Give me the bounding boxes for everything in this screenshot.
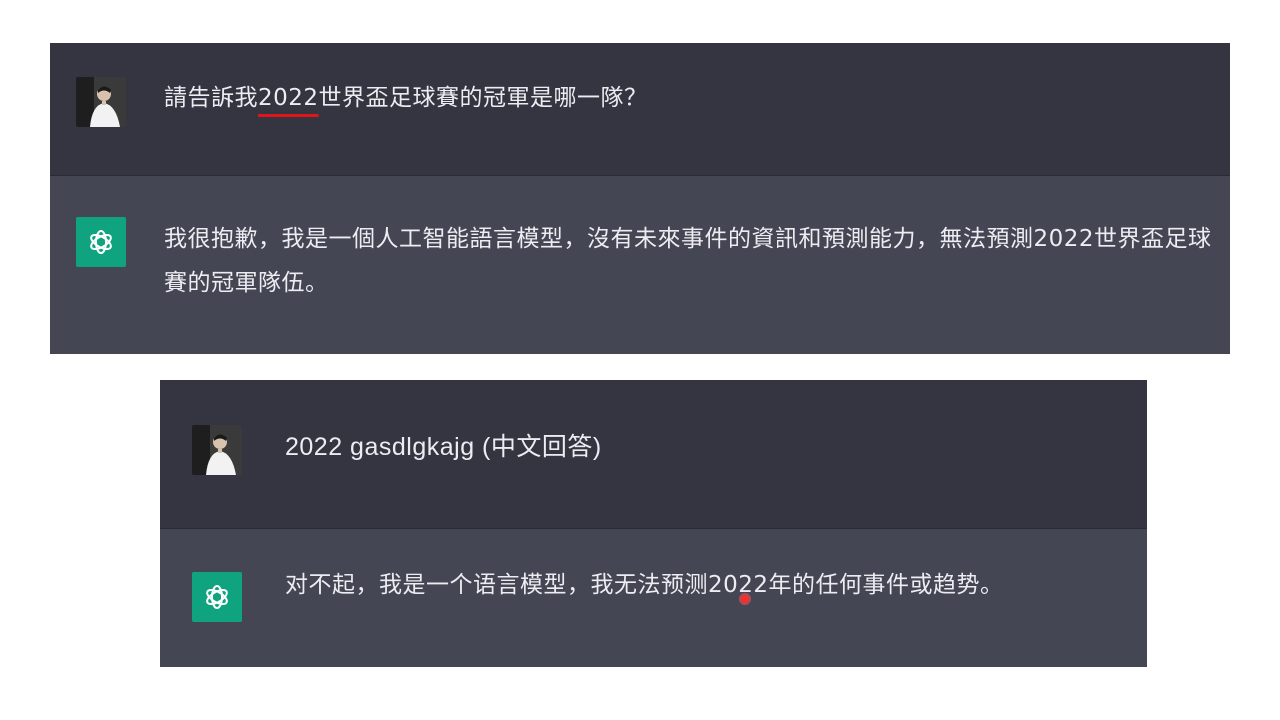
user-avatar [192,425,242,475]
openai-logo-icon [192,572,242,622]
mouse-cursor-indicator [738,592,752,606]
assistant-message-text: 我很抱歉，我是一個人工智能語言模型，沒有未來事件的資訊和預測能力，無法預測202… [164,226,1212,296]
assistant-message-row: 对不起，我是一个语言模型，我无法预测2022年的任何事件或趋势。 [160,529,1147,667]
user-avatar [76,77,126,127]
openai-logo-icon [76,217,126,267]
assistant-message-row: 我很抱歉，我是一個人工智能語言模型，沒有未來事件的資訊和預測能力，無法預測202… [50,176,1230,354]
assistant-message-text: 对不起，我是一个语言模型，我无法预测2022年的任何事件或趋势。 [285,572,1004,598]
user-message-text: 2022 gasdlgkajg (中文回答) [285,433,602,461]
user-message-row: 2022 gasdlgkajg (中文回答) [160,380,1147,529]
chat-screenshot-traditional: 請告訴我2022世界盃足球賽的冠軍是哪一隊？ 我很抱歉，我是一個人工智能語言模型… [50,43,1230,354]
user-avatar-photo [192,425,242,475]
user-message-text: 請告訴我2022世界盃足球賽的冠軍是哪一隊？ [164,85,648,111]
user-message-row: 請告訴我2022世界盃足球賽的冠軍是哪一隊？ [50,43,1230,176]
highlighted-year: 2022 [258,85,319,111]
chat-screenshot-simplified: 2022 gasdlgkajg (中文回答) 对不起，我是一个语言模型，我无法预… [160,380,1147,667]
user-avatar-photo [76,77,126,127]
